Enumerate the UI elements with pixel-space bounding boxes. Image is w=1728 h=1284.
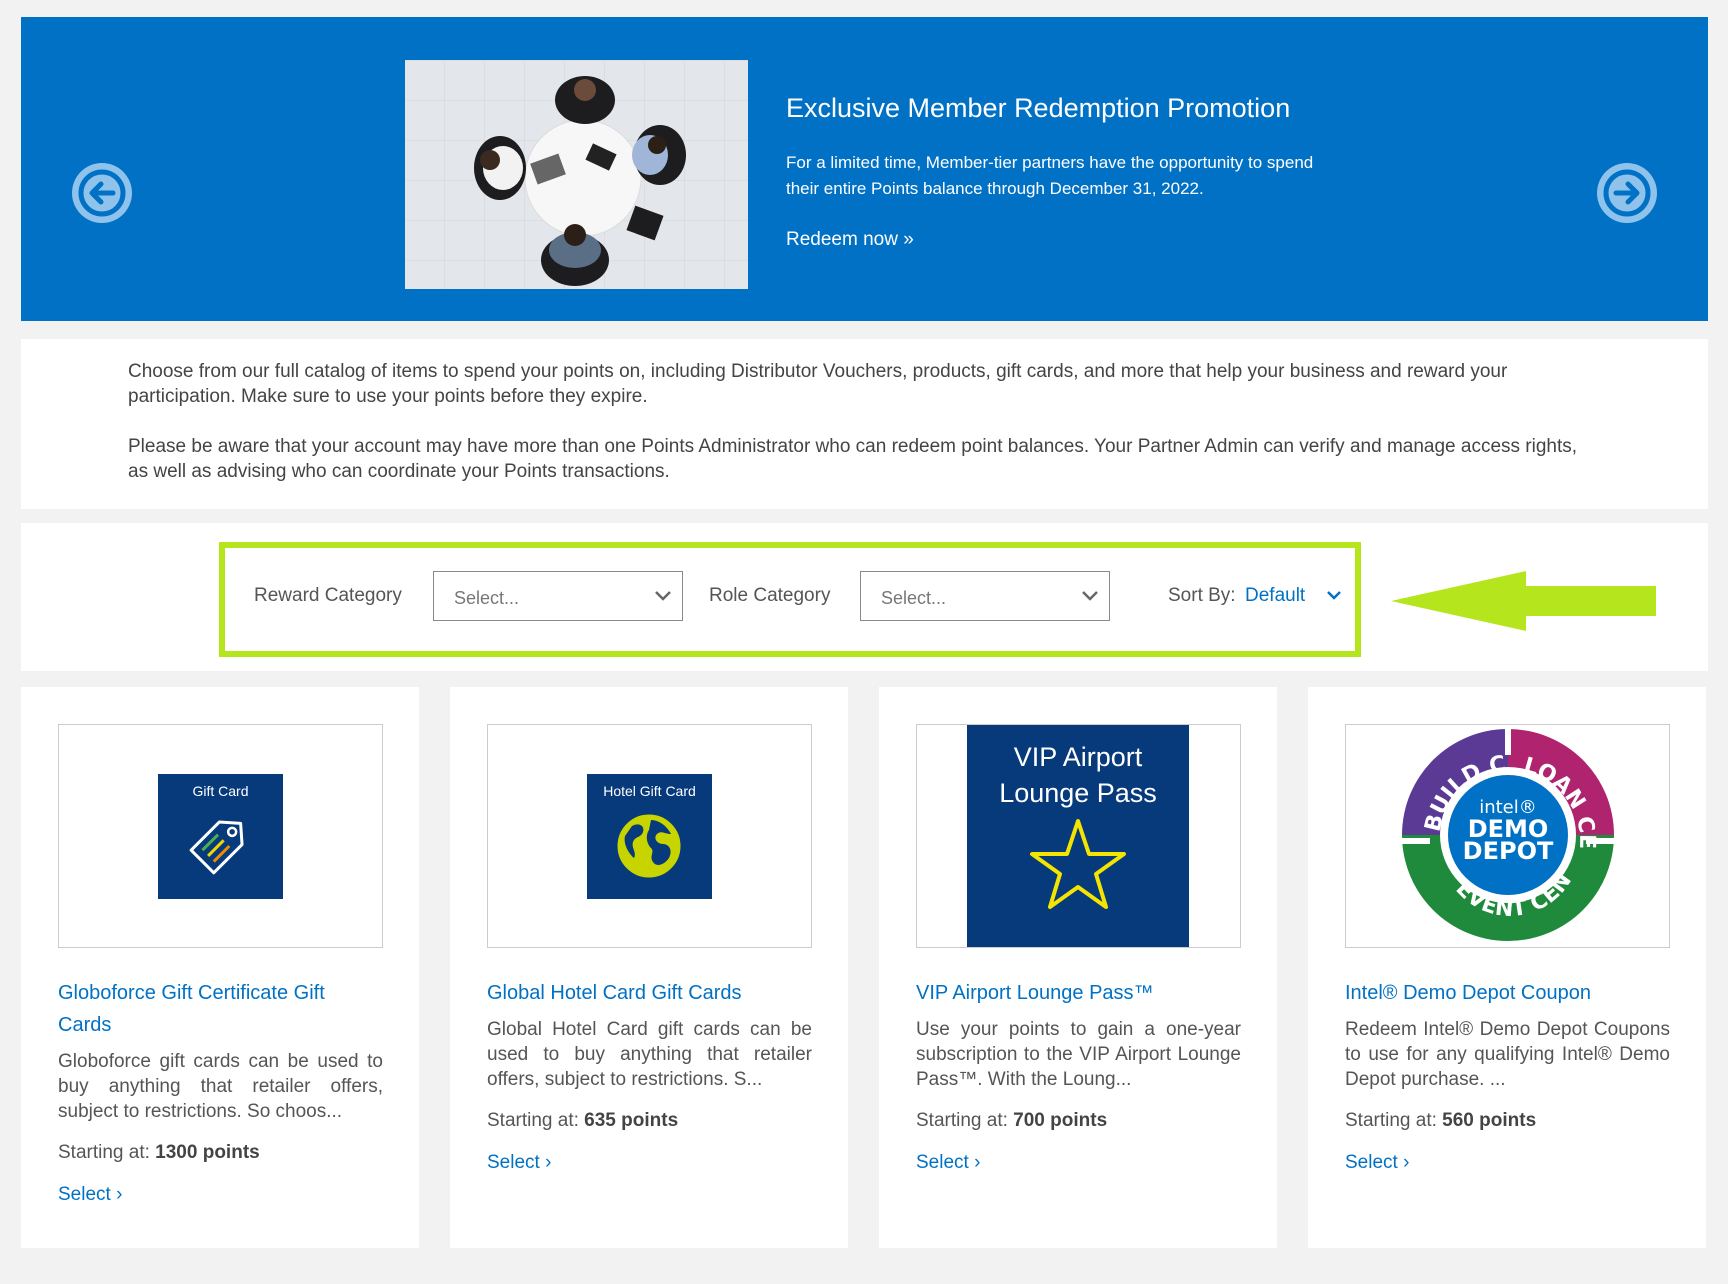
card-points: Starting at: 700 points [916,1110,1108,1131]
arrow-right-icon [1603,169,1651,217]
reward-card: BUILD CENTER LOAN CENTER EVENT CENTER in… [1308,687,1706,1248]
chevron-down-icon [655,591,671,601]
banner-title: Exclusive Member Redemption Promotion [786,93,1291,123]
sort-by-dropdown[interactable]: Default [1245,585,1305,607]
role-category-label: Role Category [709,585,831,606]
intro-panel: Choose from our full catalog of items to… [21,339,1708,509]
arrow-left-icon [78,169,126,217]
gift-card-tile: Gift Card [158,774,283,899]
tag-icon [189,820,244,875]
vip-lounge-tile: VIP Airport Lounge Pass [967,725,1189,947]
select-link[interactable]: Select › [1345,1152,1409,1174]
globe-icon [617,814,681,878]
annotation-arrow-icon [1391,571,1656,631]
reward-card: Gift Card Globoforce Gift Certificate Gi… [21,687,419,1248]
sort-by-label: Sort By: [1168,585,1236,606]
select-link[interactable]: Select › [916,1152,980,1174]
card-image: VIP Airport Lounge Pass [916,724,1241,948]
intro-paragraph-catalog: Choose from our full catalog of items to… [128,361,1508,407]
star-icon [1030,819,1126,909]
card-description: Redeem Intel® Demo Depot Coupons to use … [1345,1019,1670,1090]
svg-text:DEPOT: DEPOT [1463,837,1554,865]
reward-card: VIP Airport Lounge Pass VIP Airport Loun… [879,687,1277,1248]
role-category-select[interactable]: Select... [860,571,1110,621]
card-points: Starting at: 560 points [1345,1110,1537,1131]
card-points: Starting at: 1300 points [58,1142,260,1163]
reward-category-label: Reward Category [254,585,402,606]
card-description: Use your points to gain a one-year subsc… [916,1019,1241,1090]
meeting-photo [405,60,748,289]
card-points: Starting at: 635 points [487,1110,679,1131]
card-title[interactable]: Intel® Demo Depot Coupon [1345,977,1670,1009]
reward-card: Hotel Gift Card Global Hotel Card Gift C… [450,687,848,1248]
reward-category-placeholder: Select... [454,588,520,608]
card-title[interactable]: VIP Airport Lounge Pass™ [916,977,1241,1009]
select-link[interactable]: Select › [58,1184,122,1206]
select-link[interactable]: Select › [487,1152,551,1174]
hotel-gift-card-tile: Hotel Gift Card [587,774,712,899]
banner-description: For a limited time, Member-tier partners… [786,153,1314,198]
redeem-now-link[interactable]: Redeem now » [786,229,914,251]
card-title[interactable]: Globoforce Gift Certificate Gift Cards [58,977,383,1041]
card-description: Globoforce gift cards can be used to buy… [58,1051,383,1122]
chevron-down-icon [1082,591,1098,601]
card-image: Gift Card [58,724,383,948]
card-image: BUILD CENTER LOAN CENTER EVENT CENTER in… [1345,724,1670,948]
card-description: Global Hotel Card gift cards can be used… [487,1019,812,1090]
carousel-next-button[interactable] [1597,163,1657,223]
card-title[interactable]: Global Hotel Card Gift Cards [487,977,812,1009]
promo-banner: Exclusive Member Redemption Promotion Fo… [21,17,1708,321]
reward-category-select[interactable]: Select... [433,571,683,621]
demo-depot-logo: BUILD CENTER LOAN CENTER EVENT CENTER in… [1346,725,1614,941]
card-image: Hotel Gift Card [487,724,812,948]
carousel-prev-button[interactable] [72,163,132,223]
intro-paragraph-admin: Please be aware that your account may ha… [128,436,1578,482]
chevron-down-icon[interactable] [1326,590,1342,602]
role-category-placeholder: Select... [881,588,947,608]
